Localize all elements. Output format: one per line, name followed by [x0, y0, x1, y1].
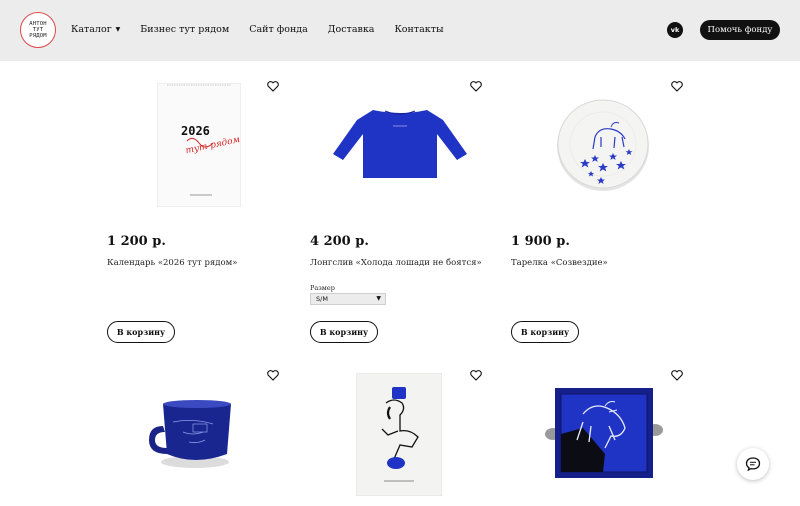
size-select[interactable]: S/M ▼ — [310, 293, 386, 305]
calendar-image[interactable]: 2026 тут рядом — [156, 82, 242, 208]
tray-image[interactable] — [543, 384, 665, 480]
product-price: 1 200 р. — [107, 234, 166, 249]
add-to-cart-button[interactable]: В корзину — [310, 321, 378, 343]
nav-catalog[interactable]: Каталог ▼ — [71, 24, 120, 35]
chevron-down-icon: ▼ — [115, 26, 121, 33]
nav-contacts[interactable]: Контакты — [394, 24, 443, 35]
site-header: АНТОН ТУТ РЯДОМ Каталог ▼ Бизнес тут рядо… — [0, 0, 800, 61]
add-to-cart-button[interactable]: В корзину — [107, 321, 175, 343]
favorite-heart-icon[interactable] — [671, 370, 683, 381]
help-foundation-button[interactable]: Помочь фонду — [700, 20, 780, 40]
favorite-heart-icon[interactable] — [470, 81, 482, 92]
favorite-heart-icon[interactable] — [671, 81, 683, 92]
longsleeve-image[interactable] — [331, 108, 469, 180]
chat-bubble-icon — [745, 457, 761, 472]
add-to-cart-button[interactable]: В корзину — [511, 321, 579, 343]
product-name[interactable]: Лонгслив «Холода лошади не боятся» — [310, 258, 482, 268]
logo-text: АНТОН ТУТ РЯДОМ — [29, 21, 47, 39]
favorite-heart-icon[interactable] — [267, 370, 279, 381]
size-label: Размер — [310, 284, 335, 292]
chat-button[interactable] — [737, 448, 769, 480]
chevron-down-icon: ▼ — [376, 295, 381, 302]
plate-image[interactable] — [555, 97, 651, 193]
product-price: 4 200 р. — [310, 234, 369, 249]
size-select-value: S/M — [316, 295, 328, 303]
mug-image[interactable] — [143, 398, 235, 470]
vk-icon[interactable]: vk — [667, 22, 683, 38]
favorite-heart-icon[interactable] — [470, 370, 482, 381]
nav-catalog-label: Каталог — [71, 24, 112, 35]
nav-delivery[interactable]: Доставка — [328, 24, 375, 35]
favorite-heart-icon[interactable] — [267, 81, 279, 92]
product-name[interactable]: Тарелка «Созвездие» — [511, 258, 608, 268]
main-nav: Каталог ▼ Бизнес тут рядом Сайт фонда Дос… — [71, 24, 464, 35]
calendar-year: 2026 — [181, 124, 210, 138]
poster-image[interactable] — [355, 372, 443, 497]
product-price: 1 900 р. — [511, 234, 570, 249]
nav-foundation-site[interactable]: Сайт фонда — [249, 24, 308, 35]
product-name[interactable]: Календарь «2026 тут рядом» — [107, 258, 237, 268]
nav-business[interactable]: Бизнес тут рядом — [140, 24, 229, 35]
logo[interactable]: АНТОН ТУТ РЯДОМ — [20, 12, 56, 48]
